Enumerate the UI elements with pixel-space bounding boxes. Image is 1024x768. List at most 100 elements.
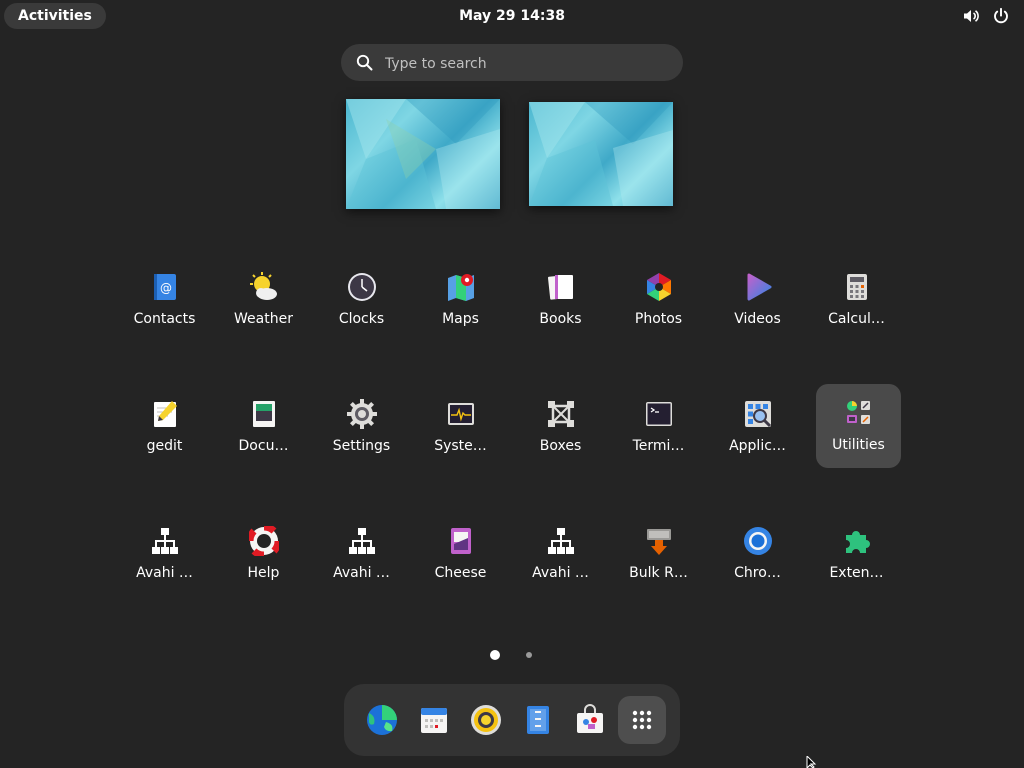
books-icon xyxy=(547,275,573,300)
app-label: Avahi … xyxy=(136,565,193,581)
app-books[interactable]: Books xyxy=(518,258,603,342)
weather-icon xyxy=(250,272,277,300)
search-input[interactable] xyxy=(383,44,667,83)
app-label: Maps xyxy=(442,311,479,327)
app-label: Help xyxy=(247,565,280,581)
workspace-thumbnail-2[interactable] xyxy=(529,102,673,206)
app-label: Clocks xyxy=(338,311,385,327)
top-bar: Activities May 29 14:38 xyxy=(0,0,1024,32)
app-label: Settings xyxy=(332,438,391,454)
app-terminal[interactable]: Termi… xyxy=(616,385,701,469)
settings-icon xyxy=(347,399,377,429)
maps-icon xyxy=(448,274,474,301)
app-label: Chro… xyxy=(734,565,781,581)
app-contacts[interactable]: @ Contacts xyxy=(122,258,207,342)
dock-rhythmbox[interactable] xyxy=(462,696,510,744)
dock-calendar[interactable] xyxy=(410,696,458,744)
app-label: Applic… xyxy=(729,438,786,454)
network-icon xyxy=(548,528,574,554)
app-cheese[interactable]: Cheese xyxy=(418,512,503,596)
app-document-viewer[interactable]: Docu… xyxy=(221,385,306,469)
boxes-icon xyxy=(548,401,574,427)
app-boxes[interactable]: Boxes xyxy=(518,385,603,469)
app-label: Weather xyxy=(234,311,293,327)
app-label: gedit xyxy=(146,438,183,454)
app-extensions[interactable]: Exten… xyxy=(814,512,899,596)
app-photos[interactable]: Photos xyxy=(616,258,701,342)
clock-label[interactable]: May 29 14:38 xyxy=(459,8,565,24)
app-label: Utilities xyxy=(832,437,885,453)
software-icon xyxy=(577,704,603,733)
activities-button[interactable]: Activities xyxy=(4,3,106,29)
app-label: Exten… xyxy=(829,565,884,581)
chromium-icon xyxy=(744,527,772,555)
app-maps[interactable]: Maps xyxy=(418,258,503,342)
app-help[interactable]: Help xyxy=(221,512,306,596)
app-gedit[interactable]: gedit xyxy=(122,385,207,469)
utilities-folder-icon xyxy=(847,401,870,424)
search-icon xyxy=(356,54,373,71)
app-avahi-3[interactable]: Avahi … xyxy=(518,512,603,596)
terminal-icon xyxy=(646,402,672,426)
dock-files[interactable] xyxy=(514,696,562,744)
app-label: Contacts xyxy=(133,311,196,327)
clock-area: May 29 14:38 xyxy=(0,0,1024,32)
browser-icon xyxy=(367,705,397,735)
app-clocks[interactable]: Clocks xyxy=(319,258,404,342)
calendar-icon xyxy=(421,708,447,733)
app-label: Termi… xyxy=(632,438,685,454)
app-bulk-rename[interactable]: Bulk R… xyxy=(616,512,701,596)
app-folder-utilities[interactable]: Utilities xyxy=(816,384,901,468)
app-calculator[interactable]: Calcul… xyxy=(814,258,899,342)
photos-icon xyxy=(647,273,671,301)
page-dot-1-active[interactable] xyxy=(490,650,500,660)
dock-software[interactable] xyxy=(566,696,614,744)
application-finder-icon xyxy=(745,401,772,428)
app-weather[interactable]: Weather xyxy=(221,258,306,342)
mouse-pointer-icon xyxy=(806,756,817,768)
app-label: Avahi … xyxy=(532,565,589,581)
clocks-icon xyxy=(348,273,376,301)
search-bar[interactable] xyxy=(341,44,683,83)
bulk-rename-icon xyxy=(647,529,671,555)
rhythmbox-icon xyxy=(471,705,501,735)
volume-icon[interactable] xyxy=(962,7,980,25)
app-avahi-1[interactable]: Avahi … xyxy=(122,512,207,596)
app-label: Boxes xyxy=(539,438,582,454)
app-videos[interactable]: Videos xyxy=(715,258,800,342)
dock xyxy=(344,684,680,756)
app-label: Cheese xyxy=(434,565,487,581)
videos-icon xyxy=(747,273,772,301)
app-label: Books xyxy=(539,311,582,327)
app-application-finder[interactable]: Applic… xyxy=(715,385,800,469)
page-dot-2[interactable] xyxy=(526,652,532,658)
network-icon xyxy=(152,528,178,554)
network-icon xyxy=(349,528,375,554)
app-label: Docu… xyxy=(238,438,289,454)
contacts-icon: @ xyxy=(154,274,176,300)
app-settings[interactable]: Settings xyxy=(319,385,404,469)
show-apps-icon xyxy=(632,710,652,730)
system-tray[interactable] xyxy=(962,7,1010,25)
app-label: Bulk R… xyxy=(629,565,688,581)
dock-browser[interactable] xyxy=(358,696,406,744)
dock-show-apps[interactable] xyxy=(618,696,666,744)
calculator-icon xyxy=(847,274,867,300)
app-label: Avahi … xyxy=(333,565,390,581)
gedit-icon xyxy=(154,401,177,427)
extensions-icon xyxy=(846,531,870,553)
app-chromium[interactable]: Chro… xyxy=(715,512,800,596)
app-avahi-2[interactable]: Avahi … xyxy=(319,512,404,596)
svg-text:@: @ xyxy=(160,281,172,295)
app-system-monitor[interactable]: Syste… xyxy=(418,385,503,469)
app-label: Videos xyxy=(734,311,781,327)
help-icon xyxy=(249,526,279,556)
document-viewer-icon xyxy=(253,401,275,427)
app-label: Syste… xyxy=(434,438,487,454)
power-icon[interactable] xyxy=(992,7,1010,25)
app-label: Photos xyxy=(634,311,683,327)
app-label: Calcul… xyxy=(828,311,885,327)
system-monitor-icon xyxy=(448,403,474,425)
files-icon xyxy=(527,706,549,734)
workspace-thumbnail-1[interactable] xyxy=(346,99,500,209)
